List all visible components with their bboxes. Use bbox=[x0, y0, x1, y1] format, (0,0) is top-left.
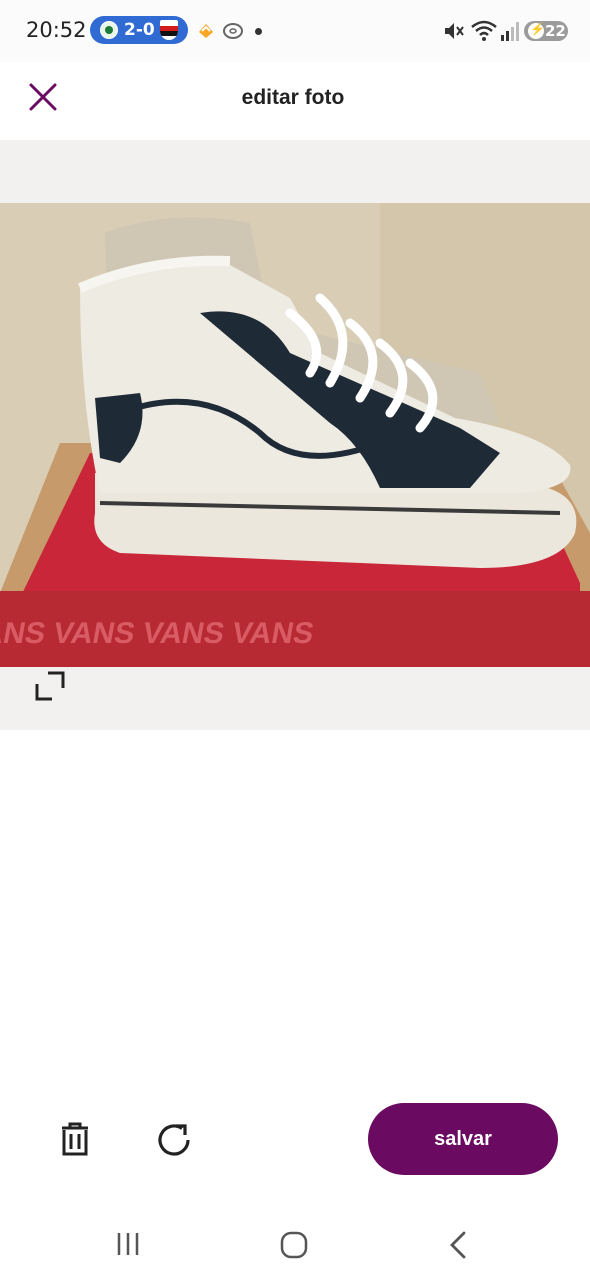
trash-icon bbox=[62, 1122, 88, 1156]
live-score: 2-0 bbox=[124, 20, 155, 40]
recents-icon[interactable] bbox=[110, 1229, 146, 1259]
palmeiras-crest-icon bbox=[100, 21, 118, 39]
mute-icon bbox=[445, 23, 464, 39]
save-button[interactable]: salvar bbox=[368, 1103, 558, 1175]
rotate-icon bbox=[158, 1124, 190, 1156]
rotate-photo-button[interactable] bbox=[152, 1118, 196, 1162]
system-nav-bar bbox=[0, 1205, 590, 1280]
page-title: editar foto bbox=[241, 86, 345, 109]
bagel-icon bbox=[223, 23, 243, 39]
battery-indicator: 22 bbox=[524, 21, 568, 41]
delete-photo-button[interactable] bbox=[54, 1118, 96, 1160]
svg-text:VANS VANS VANS VANS: VANS VANS VANS VANS bbox=[0, 617, 316, 650]
sneaker-photo: VANS VANS VANS VANS bbox=[0, 203, 590, 667]
notification-dot-icon bbox=[255, 28, 262, 35]
mercado-livre-icon bbox=[199, 24, 213, 38]
back-icon[interactable] bbox=[444, 1227, 474, 1263]
sao-paulo-crest-icon bbox=[160, 20, 178, 40]
battery-level: 22 bbox=[545, 22, 566, 40]
wifi-icon bbox=[471, 20, 497, 41]
app-header: editar foto bbox=[0, 62, 590, 140]
live-score-pill[interactable]: 2-0 bbox=[90, 16, 188, 44]
battery-charging-icon bbox=[528, 22, 545, 39]
photo-editor-area: VANS VANS VANS VANS bbox=[0, 140, 590, 730]
signal-icon bbox=[501, 22, 519, 41]
home-icon[interactable] bbox=[276, 1227, 312, 1263]
photo-preview[interactable]: VANS VANS VANS VANS bbox=[0, 203, 590, 667]
status-time: 20:52 bbox=[26, 18, 87, 42]
crop-expand-icon bbox=[35, 671, 65, 701]
crop-button[interactable] bbox=[30, 666, 70, 706]
status-bar: 20:52 2-0 22 bbox=[0, 0, 590, 62]
